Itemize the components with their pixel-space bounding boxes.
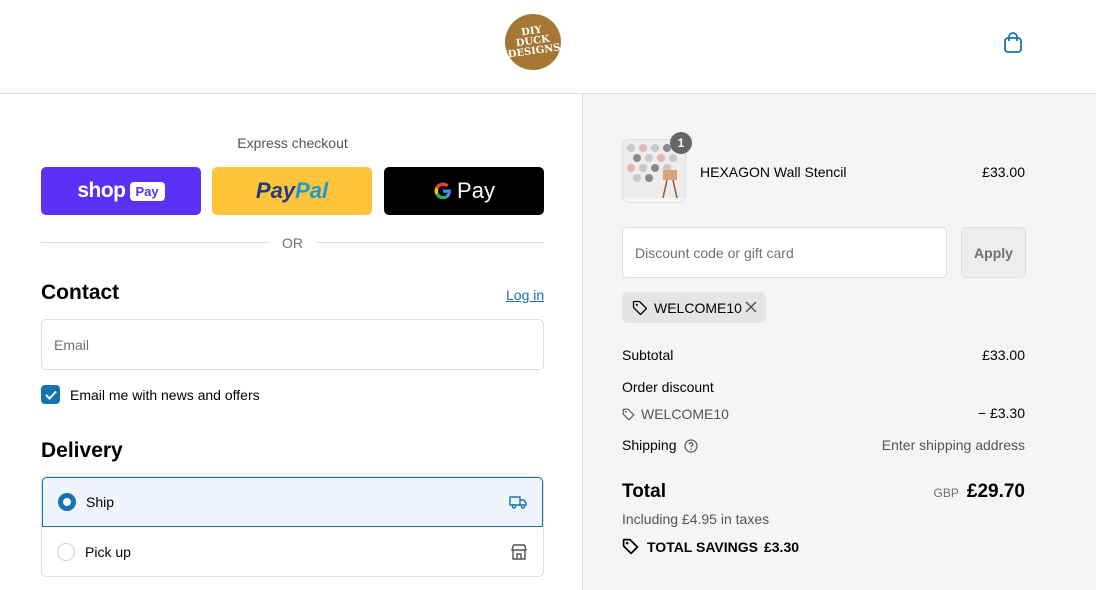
total-amount: GBP £29.70 [934, 481, 1025, 503]
product-name: HEXAGON Wall Stencil [700, 164, 847, 180]
delivery-options: Ship Pick up [41, 476, 544, 577]
product-price: £33.00 [982, 164, 1025, 180]
shipping-label: Shipping [622, 437, 677, 453]
or-divider-label: OR [282, 235, 303, 251]
email-field[interactable] [41, 319, 544, 370]
cart-button[interactable] [1000, 30, 1026, 56]
apply-discount-button[interactable]: Apply [961, 227, 1026, 278]
order-discount-value: − £3.30 [977, 405, 1025, 421]
total-label: Total [622, 481, 666, 502]
delivery-option-label: Ship [86, 494, 115, 510]
paypal-word-1: Pay [255, 178, 296, 203]
tag-icon [622, 408, 635, 420]
header: DIY DUCK DESIGNS [0, 0, 1096, 94]
express-checkout-label: Express checkout [237, 135, 348, 151]
discount-code-field[interactable] [622, 227, 947, 278]
order-discount-label: Order discount [622, 379, 714, 395]
store-logo[interactable]: DIY DUCK DESIGNS [501, 10, 565, 74]
total-savings: TOTAL SAVINGS £3.30 [622, 538, 799, 555]
news-checkbox-label[interactable]: Email me with news and offers [70, 387, 260, 403]
delivery-option-ship[interactable]: Ship [42, 477, 543, 527]
radio-unselected[interactable] [57, 543, 75, 561]
paypal-button[interactable]: Pay Pal [212, 167, 372, 215]
store-icon [511, 544, 527, 560]
shipping-row: Shipping [622, 437, 698, 453]
tag-icon [632, 300, 648, 315]
subtotal-value: £33.00 [982, 347, 1025, 363]
applied-code-label: WELCOME10 [654, 299, 742, 316]
savings-value: £3.30 [763, 538, 800, 555]
order-discount-code: WELCOME10 [622, 406, 729, 422]
divider-left [41, 242, 269, 243]
shop-pay-word: shop [77, 179, 126, 202]
news-checkbox[interactable] [41, 385, 60, 404]
shop-pay-button[interactable]: shop Pay [41, 167, 201, 215]
tag-icon [622, 538, 639, 555]
shipping-value: Enter shipping address [881, 437, 1025, 453]
paypal-word-2: Pal [295, 178, 329, 203]
delivery-heading: Delivery [41, 439, 123, 462]
quantity-badge: 1 [670, 132, 692, 154]
login-link[interactable]: Log in [506, 287, 544, 303]
shop-pay-pill: Pay [129, 181, 165, 201]
help-icon[interactable] [684, 439, 698, 453]
radio-selected[interactable] [58, 493, 76, 511]
subtotal-label: Subtotal [622, 347, 674, 363]
order-discount-code-label: WELCOME10 [641, 406, 729, 422]
currency-code: GBP [933, 486, 959, 500]
google-g-icon [434, 182, 452, 200]
savings-label: TOTAL SAVINGS [647, 538, 758, 555]
remove-code-icon[interactable] [744, 300, 758, 314]
google-pay-word: Pay [457, 178, 495, 203]
checkout-form: Express checkout shop Pay Pay Pal Pay OR … [0, 95, 582, 590]
checkmark-icon [44, 390, 57, 400]
google-pay-button[interactable]: Pay [384, 167, 544, 215]
divider-right [316, 242, 544, 243]
delivery-option-pickup[interactable]: Pick up [42, 527, 543, 576]
truck-icon [509, 496, 527, 509]
order-summary: 1 HEXAGON Wall Stencil £33.00 Apply WELC… [582, 94, 1096, 590]
total-value: £29.70 [966, 481, 1025, 502]
shopping-bag-icon [1004, 32, 1022, 53]
delivery-option-label: Pick up [85, 544, 131, 560]
contact-heading: Contact [41, 281, 120, 304]
applied-discount-chip: WELCOME10 [622, 292, 766, 323]
tax-note: Including £4.95 in taxes [622, 511, 770, 527]
